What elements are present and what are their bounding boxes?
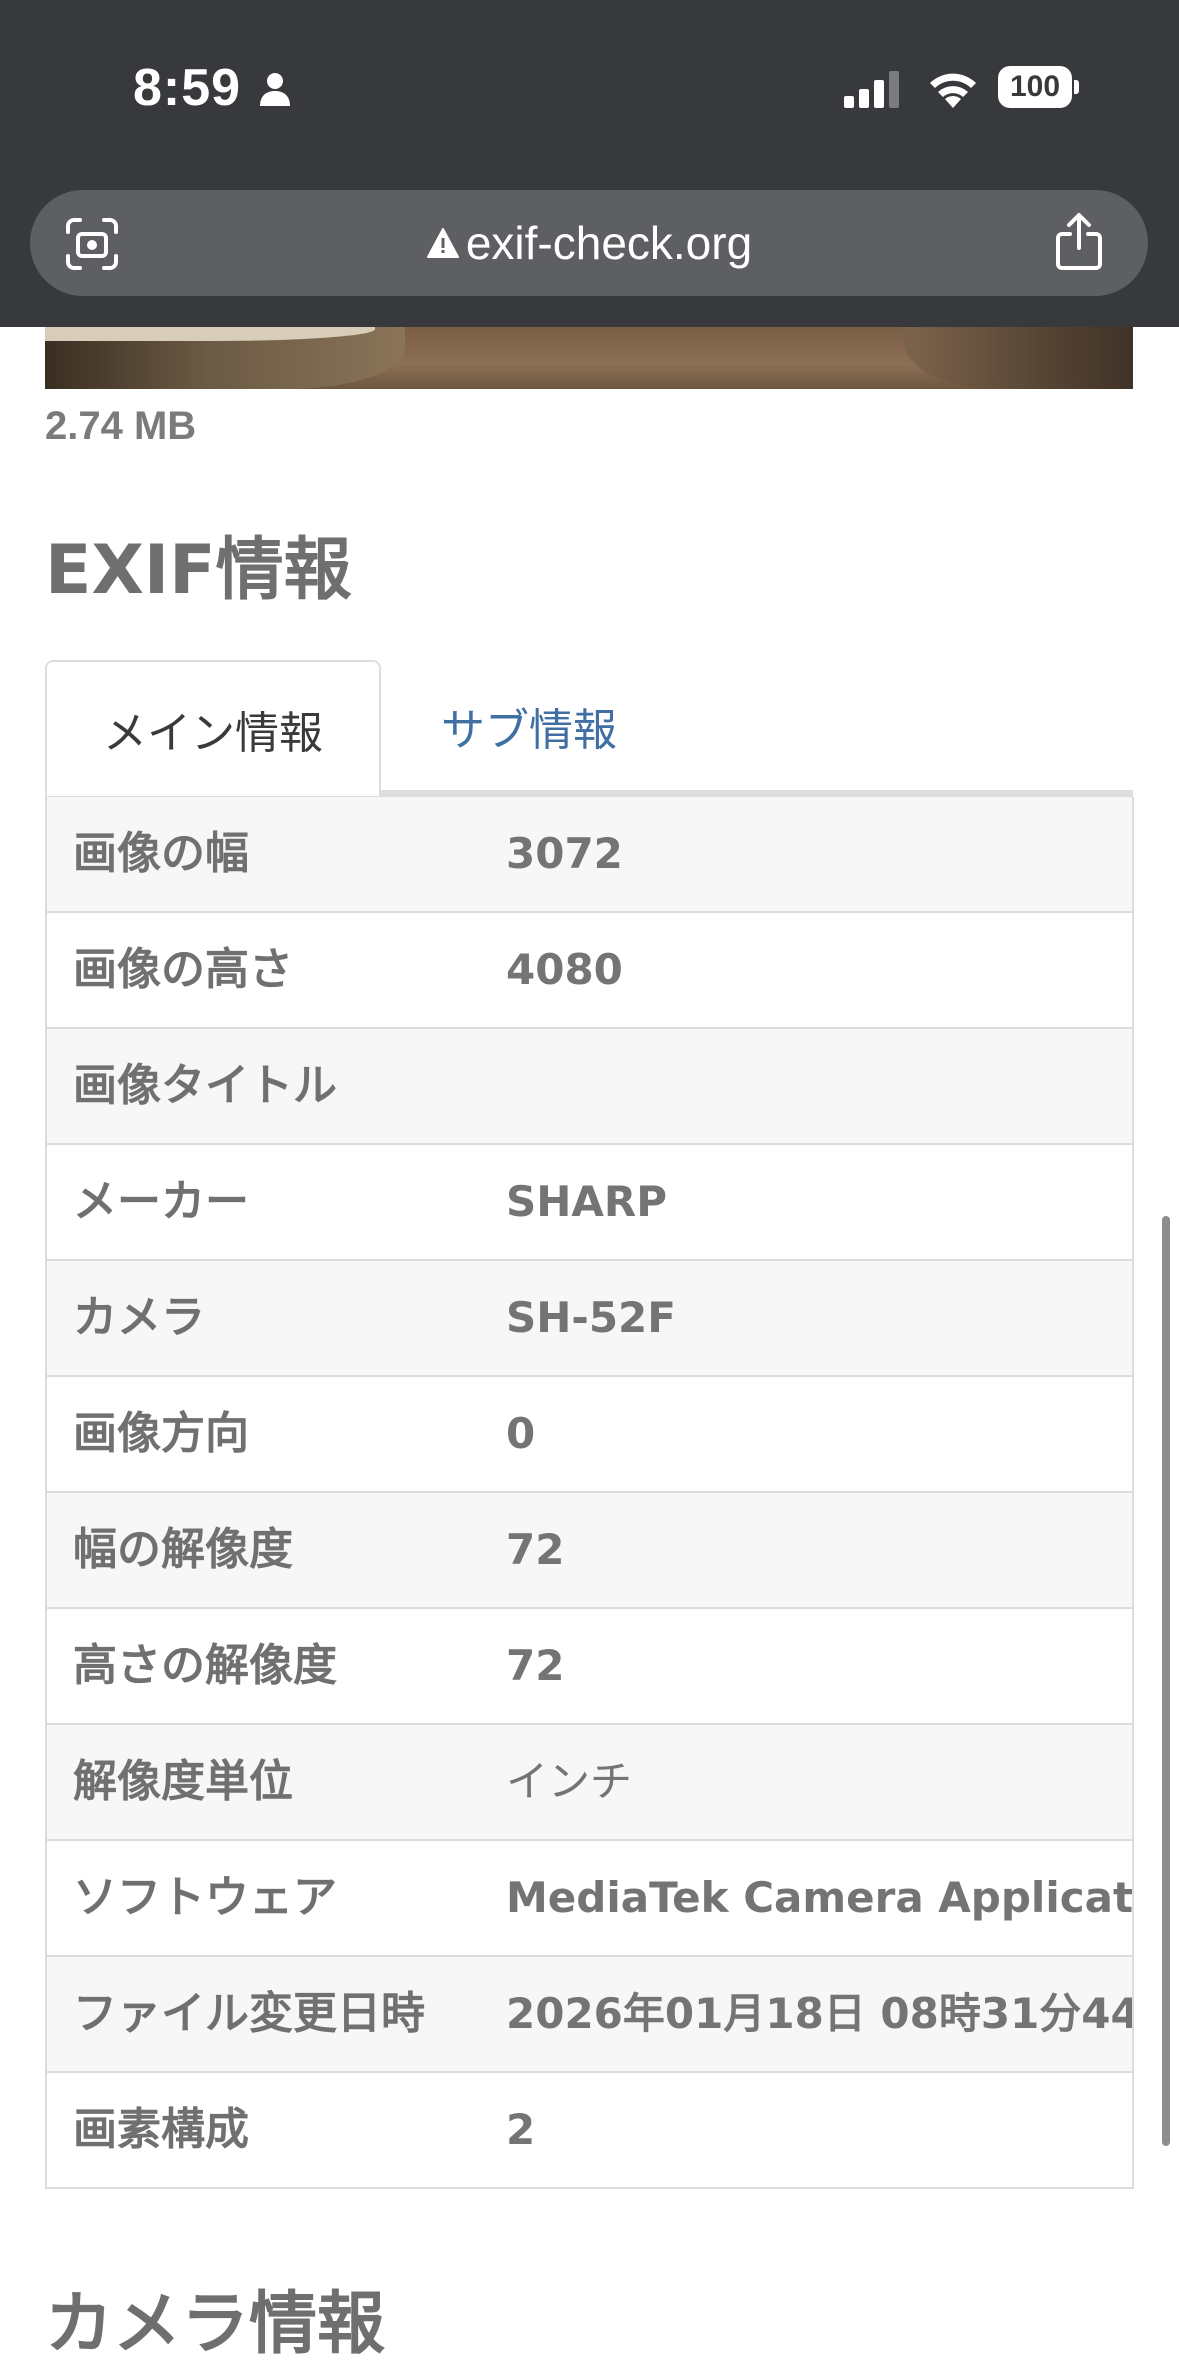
row-value: 3072	[506, 829, 623, 878]
tab-sub-info[interactable]: サブ情報	[379, 660, 679, 792]
row-label: ソフトウェア	[73, 1872, 337, 1923]
row-label: 画像方向	[73, 1408, 249, 1459]
table-row: ソフトウェア MediaTek Camera Application	[47, 1839, 1132, 1955]
next-section-title: カメラ情報	[45, 2285, 386, 2364]
file-size: 2.74 MB	[45, 404, 197, 448]
battery-indicator: 100	[998, 66, 1079, 108]
row-value: SH-52F	[506, 1293, 676, 1342]
tab-main-info[interactable]: メイン情報	[45, 660, 381, 796]
row-value: インチ	[506, 1757, 633, 1806]
table-row: 画素構成 2	[47, 2071, 1132, 2187]
row-value: 72	[506, 1641, 565, 1690]
share-icon[interactable]	[1052, 212, 1106, 272]
table-row: 解像度単位 インチ	[47, 1723, 1132, 1839]
row-label: カメラ	[73, 1292, 205, 1343]
table-row: 画像タイトル	[47, 1027, 1132, 1143]
row-value: 2026年01月18日 08時31分44秒	[506, 1989, 1132, 2038]
photo-preview	[45, 327, 1133, 389]
warning-icon	[426, 228, 459, 258]
row-label: 高さの解像度	[73, 1640, 337, 1691]
row-value: MediaTek Camera Application	[506, 1873, 1132, 1922]
row-label: 画像タイトル	[73, 1060, 337, 1111]
table-row: 幅の解像度 72	[47, 1491, 1132, 1607]
page-scrollbar[interactable]	[1162, 1216, 1170, 2146]
row-value: 0	[506, 1409, 536, 1458]
address-bar[interactable]: exif-check.org	[30, 190, 1148, 296]
battery-level: 100	[998, 66, 1072, 108]
row-label: 解像度単位	[73, 1756, 293, 1807]
table-row: ファイル変更日時 2026年01月18日 08時31分44秒	[47, 1955, 1132, 2071]
row-value: 2	[506, 2105, 536, 2154]
row-label: メーカー	[73, 1176, 249, 1227]
row-label: 画素構成	[73, 2104, 249, 2155]
table-row: 画像の高さ 4080	[47, 911, 1132, 1027]
status-time: 8:59	[133, 59, 242, 117]
row-label: 画像の高さ	[73, 944, 293, 995]
table-row: メーカー SHARP	[47, 1143, 1132, 1259]
row-label: ファイル変更日時	[73, 1988, 425, 2039]
row-label: 幅の解像度	[73, 1524, 293, 1575]
url-display[interactable]: exif-check.org	[30, 190, 1148, 296]
person-icon	[260, 73, 290, 106]
row-value: 72	[506, 1525, 565, 1574]
table-row: 画像の幅 3072	[47, 797, 1132, 911]
table-row: 画像方向 0	[47, 1375, 1132, 1491]
battery-tip	[1074, 80, 1079, 94]
table-row: カメラ SH-52F	[47, 1259, 1132, 1375]
url-text: exif-check.org	[465, 217, 753, 269]
exif-table: 画像の幅 3072 画像の高さ 4080 画像タイトル メーカー SHARP カ…	[45, 797, 1134, 2189]
exif-tabs: メイン情報 サブ情報	[45, 660, 1133, 796]
table-row: 高さの解像度 72	[47, 1607, 1132, 1723]
row-value: SHARP	[506, 1177, 668, 1226]
photo-region-right	[903, 327, 1133, 389]
row-label: 画像の幅	[73, 828, 249, 879]
wifi-icon	[930, 73, 976, 108]
row-value: 4080	[506, 945, 623, 994]
cellular-signal-icon	[844, 71, 899, 108]
section-title: EXIF情報	[45, 531, 352, 610]
browser-chrome: 8:59 100 exif-check.org	[0, 0, 1179, 327]
